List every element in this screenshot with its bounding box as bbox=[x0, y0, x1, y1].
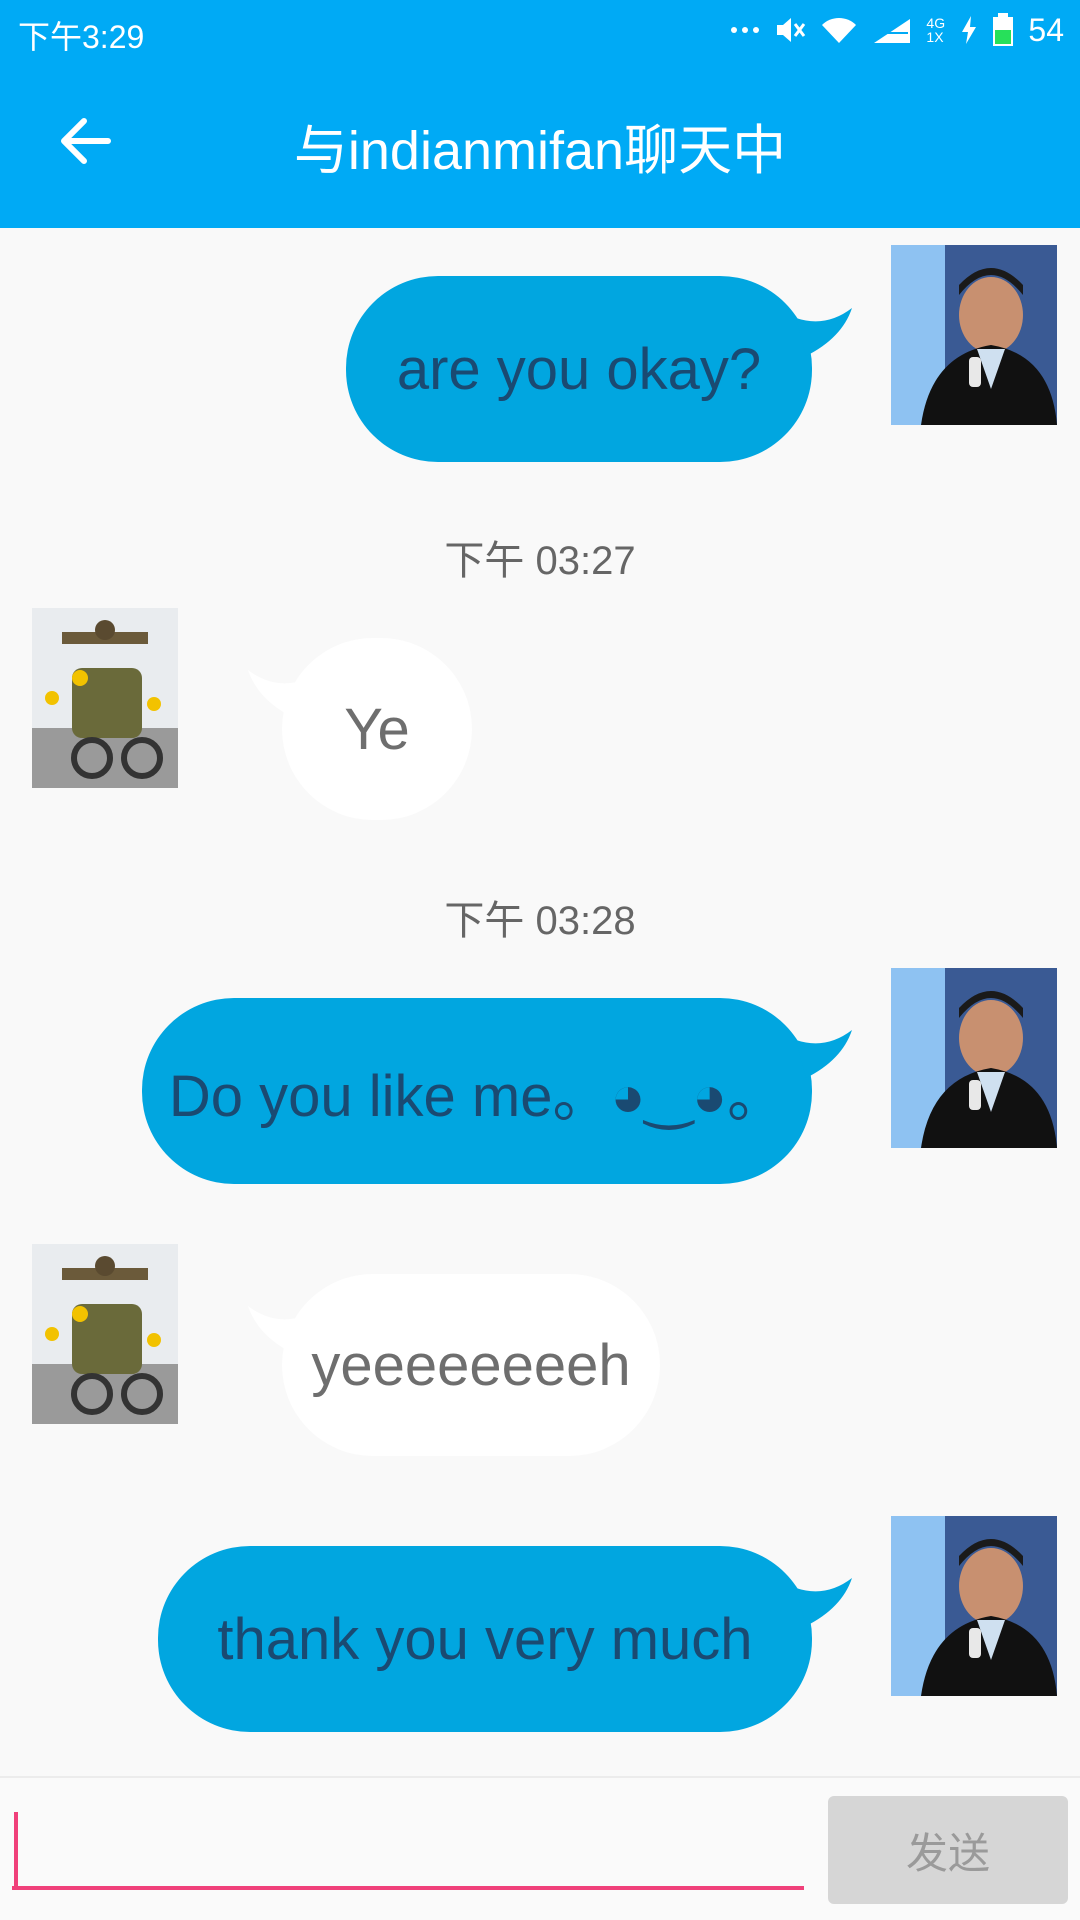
message-input[interactable] bbox=[12, 1804, 804, 1890]
bubble-tail bbox=[796, 1030, 852, 1078]
bubble-tail bbox=[248, 670, 304, 718]
timestamp: 下午 03:28 bbox=[444, 899, 636, 943]
status-icons: 4G 1X 54 bbox=[730, 10, 1064, 50]
my-avatar[interactable] bbox=[891, 1516, 1057, 1696]
chat-title: 与indianmifan聊天中 bbox=[293, 121, 787, 181]
message-bubble-sent[interactable]: Do you like me。◕‿◕。 bbox=[142, 998, 812, 1184]
wifi-icon bbox=[820, 15, 858, 45]
message-bubble-sent[interactable]: are you okay? bbox=[346, 276, 812, 462]
message-text: Ye bbox=[344, 696, 410, 762]
timestamp: 下午 03:27 bbox=[444, 539, 636, 583]
charging-icon bbox=[960, 15, 978, 45]
battery-percent: 54 bbox=[1028, 11, 1064, 48]
send-button[interactable]: 发送 bbox=[828, 1796, 1068, 1904]
message-text: yeeeeeeeeh bbox=[311, 1332, 631, 1398]
contact-avatar[interactable] bbox=[32, 1244, 178, 1424]
my-avatar[interactable] bbox=[891, 968, 1057, 1148]
app-bar: 与indianmifan聊天中 bbox=[0, 62, 1080, 228]
message-bubble-sent[interactable]: thank you very much bbox=[158, 1546, 812, 1732]
bubble-tail bbox=[248, 1306, 304, 1354]
status-time: 下午3:29 bbox=[18, 19, 145, 55]
message-bubble-received[interactable]: Ye bbox=[282, 638, 472, 820]
compose-bar: 发送 bbox=[0, 1776, 1080, 1920]
more-dots-icon bbox=[730, 25, 760, 35]
contact-avatar[interactable] bbox=[32, 608, 178, 788]
message-list[interactable]: are you okay? 下午 03:27 Ye 下午 03:28 Do yo… bbox=[0, 228, 1080, 1776]
message-text: thank you very much bbox=[217, 1606, 753, 1672]
bubble-tail bbox=[796, 1578, 852, 1626]
message-text: Do you like me。◕‿◕。 bbox=[168, 1064, 786, 1129]
message-bubble-received[interactable]: yeeeeeeeeh bbox=[282, 1274, 660, 1456]
network-type: 4G 1X bbox=[926, 15, 946, 45]
battery-icon bbox=[992, 13, 1014, 47]
my-avatar[interactable] bbox=[891, 245, 1057, 425]
bubble-tail bbox=[796, 308, 852, 356]
message-text: are you okay? bbox=[396, 336, 762, 402]
status-bar: 下午3:29 4G 1X 54 bbox=[0, 0, 1080, 62]
mute-icon bbox=[774, 15, 806, 45]
text-cursor bbox=[14, 1812, 18, 1886]
signal-icon bbox=[872, 15, 912, 45]
